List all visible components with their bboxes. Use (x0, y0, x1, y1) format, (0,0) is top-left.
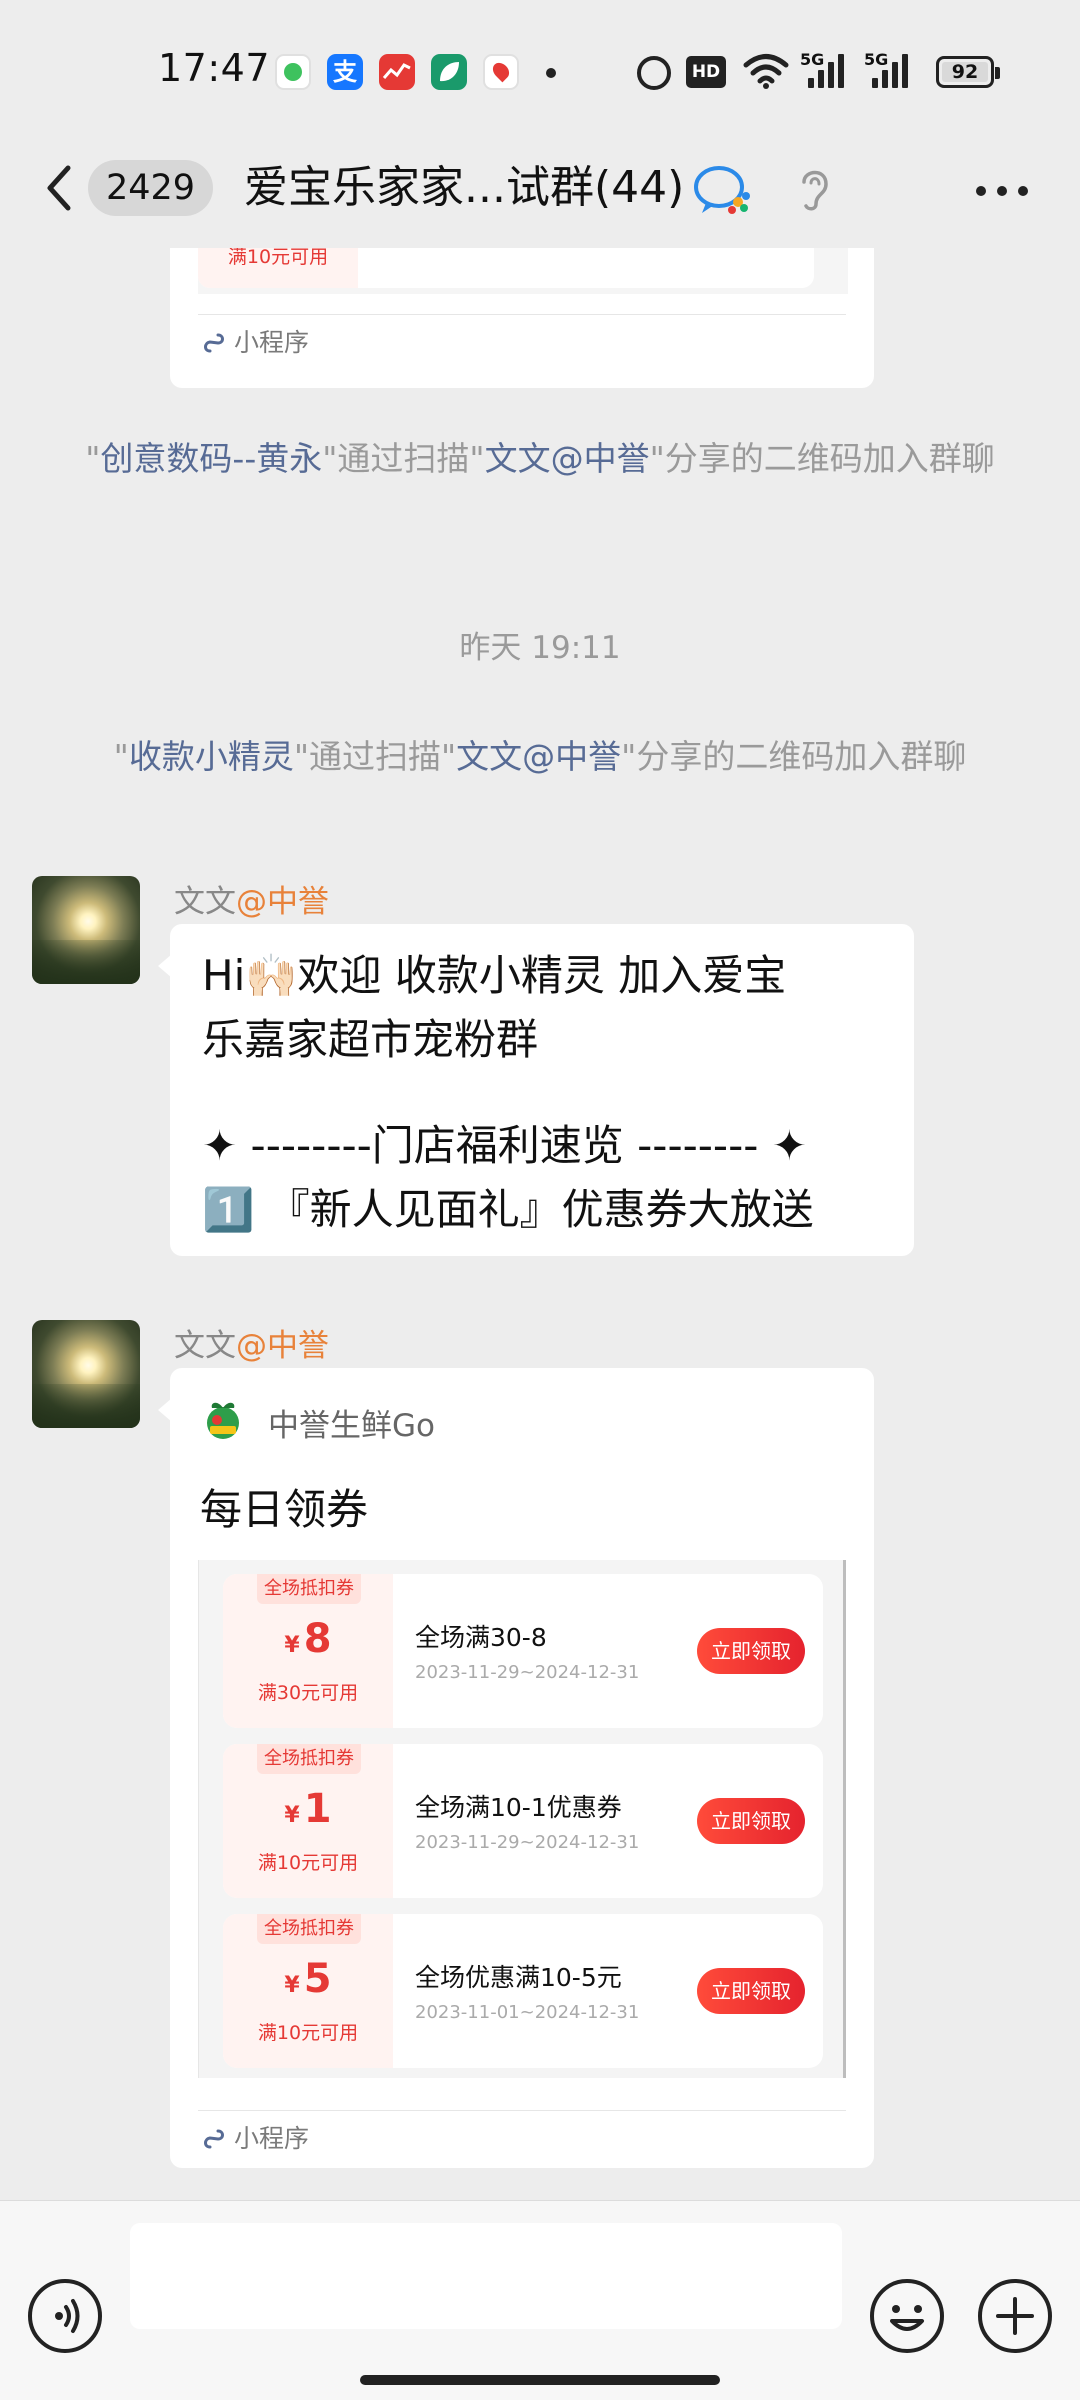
coupon-amount: ¥8 (284, 1616, 332, 1662)
coupon-date: 2023-11-01~2024-12-31 (415, 2002, 640, 2023)
mini-program-label: 小程序 (234, 2124, 310, 2153)
coupon-card: 全场抵扣券 ¥5 满10元可用 全场优惠满10-5元 2023-11-01~20… (223, 1914, 823, 2068)
voice-button[interactable] (28, 2279, 102, 2353)
message-line: 1️⃣ 『新人见面礼』优惠券大放送 (202, 1185, 814, 1234)
coupon-card: 全场抵扣券 ¥1 满10元可用 全场满10-1优惠券 2023-11-29~20… (223, 1744, 823, 1898)
status-time: 17:47 (158, 46, 271, 90)
system-message: "收款小精灵"通过扫描"文文@中誉"分享的二维码加入群聊 (113, 737, 967, 776)
battery-level: 92 (951, 61, 979, 83)
chat-title[interactable]: 爱宝乐家家...试群(44) (244, 156, 684, 220)
emoji-icon (890, 2305, 924, 2331)
plus-icon (996, 2297, 1034, 2335)
sender-name: 文文@中誉 (174, 884, 329, 920)
coupon-name: 全场优惠满10-5元 (415, 1963, 622, 1992)
coupon-name: 全场满30-8 (415, 1623, 547, 1652)
more-icon[interactable] (976, 186, 1030, 198)
mini-program-logo-icon (207, 1402, 239, 1439)
chat-screen: 17:47 支 HD 5G 5G 92 2429 爱宝乐家家...试群(44) … (0, 0, 1080, 2400)
input-bar (0, 2200, 1080, 2400)
mini-program-footer: 小程序 (198, 2110, 846, 2166)
member-name-link[interactable]: 收款小精灵 (129, 737, 294, 776)
message-input[interactable] (130, 2223, 842, 2329)
message-line: 乐嘉家超市宠粉群 (202, 1015, 539, 1064)
stock-app-icon (379, 54, 415, 90)
message-timestamp: 昨天 19:11 (459, 630, 621, 666)
mini-program-icon (204, 2129, 224, 2149)
coupon-condition: 满30元可用 (257, 1682, 359, 1704)
map-app-icon (483, 54, 519, 90)
coupon-date: 2023-11-29~2024-12-31 (415, 1662, 640, 1683)
coupon-tag: 全场抵扣券 (257, 1744, 361, 1774)
inviter-name-link[interactable]: 文文@中誉 (456, 737, 621, 776)
mini-program-label: 小程序 (234, 328, 310, 357)
coupon-card: 满10元可用 (198, 248, 814, 288)
home-indicator[interactable] (360, 2375, 720, 2385)
coupon-date: 2023-11-29~2024-12-31 (415, 1832, 640, 1853)
claim-coupon-button[interactable]: 立即领取 (697, 1798, 805, 1844)
chat-header: 2429 爱宝乐家家...试群(44) (0, 130, 1080, 248)
message-list[interactable]: 满10元可用 小程序 "创意数码--黄永"通过扫描"文文@中誉"分享的二维码加入… (0, 248, 1080, 2200)
alipay-app-icon: 支 (327, 54, 363, 90)
mini-program-card[interactable]: 中誉生鲜Go 每日领券 全场抵扣券 ¥8 满30元可用 全场满30-8 2023… (158, 1368, 874, 2168)
mini-program-name: 中誉生鲜Go (268, 1408, 435, 1444)
coupon-condition: 满10元可用 (227, 248, 329, 268)
hd-icon: HD (686, 56, 726, 88)
avatar[interactable] (32, 1320, 140, 1428)
signal-icon: 5G (800, 50, 850, 90)
avatar[interactable] (32, 876, 140, 984)
coupon-name: 全场满10-1优惠券 (415, 1793, 622, 1822)
member-name-link[interactable]: 创意数码--黄永 (100, 439, 322, 478)
signal-label: 5G (864, 50, 889, 69)
inviter-name-link[interactable]: 文文@中誉 (485, 439, 650, 478)
leaf-app-icon (431, 54, 467, 90)
coupon-amount: ¥1 (284, 1786, 332, 1832)
plus-button[interactable] (978, 2279, 1052, 2353)
battery-icon: 92 (936, 56, 1000, 88)
coupon-preview: 全场抵扣券 ¥8 满30元可用 全场满30-8 2023-11-29~2024-… (198, 1560, 846, 2078)
coupon-condition: 满10元可用 (257, 1852, 359, 1874)
wechat-app-icon (275, 54, 311, 90)
coupon-tag: 全场抵扣券 (257, 1574, 361, 1604)
text-message-bubble[interactable]: Hi🙌🏻欢迎 收款小精灵 加入爱宝 乐嘉家超市宠粉群 ✦ --------门店福… (158, 924, 914, 1256)
sender-name: 文文@中誉 (174, 1328, 329, 1364)
claim-coupon-button[interactable]: 立即领取 (697, 1968, 805, 2014)
mini-program-card[interactable]: 满10元可用 小程序 (170, 248, 874, 388)
coupon-amount: ¥5 (284, 1956, 332, 2002)
mini-program-footer: 小程序 (198, 314, 846, 370)
signal-icon: 5G (864, 50, 914, 90)
mini-program-icon (204, 333, 224, 353)
notification-dot-icon (546, 68, 556, 78)
message-line: ✦ --------门店福利速览 -------- ✦ (202, 1121, 807, 1170)
signal-label: 5G (800, 50, 825, 69)
message-line: Hi🙌🏻欢迎 收款小精灵 加入爱宝 (202, 951, 787, 1000)
coupon-condition: 满10元可用 (257, 2022, 359, 2044)
back-icon[interactable] (40, 158, 80, 218)
unread-count-badge[interactable]: 2429 (88, 160, 214, 216)
alarm-icon (637, 56, 671, 90)
mini-program-title: 每日领券 (200, 1485, 369, 1534)
claim-coupon-button[interactable]: 立即领取 (697, 1628, 805, 1674)
wifi-icon (742, 52, 790, 90)
system-message: "创意数码--黄永"通过扫描"文文@中誉"分享的二维码加入群聊 (85, 439, 995, 478)
emoji-button[interactable] (870, 2279, 944, 2353)
voice-icon (55, 2299, 80, 2333)
wecom-icon (692, 162, 754, 218)
coupon-tag: 全场抵扣券 (257, 1914, 361, 1944)
coupon-card: 全场抵扣券 ¥8 满30元可用 全场满30-8 2023-11-29~2024-… (223, 1574, 823, 1728)
ear-icon[interactable] (796, 164, 832, 212)
status-bar: 17:47 支 HD 5G 5G 92 (0, 0, 1080, 130)
